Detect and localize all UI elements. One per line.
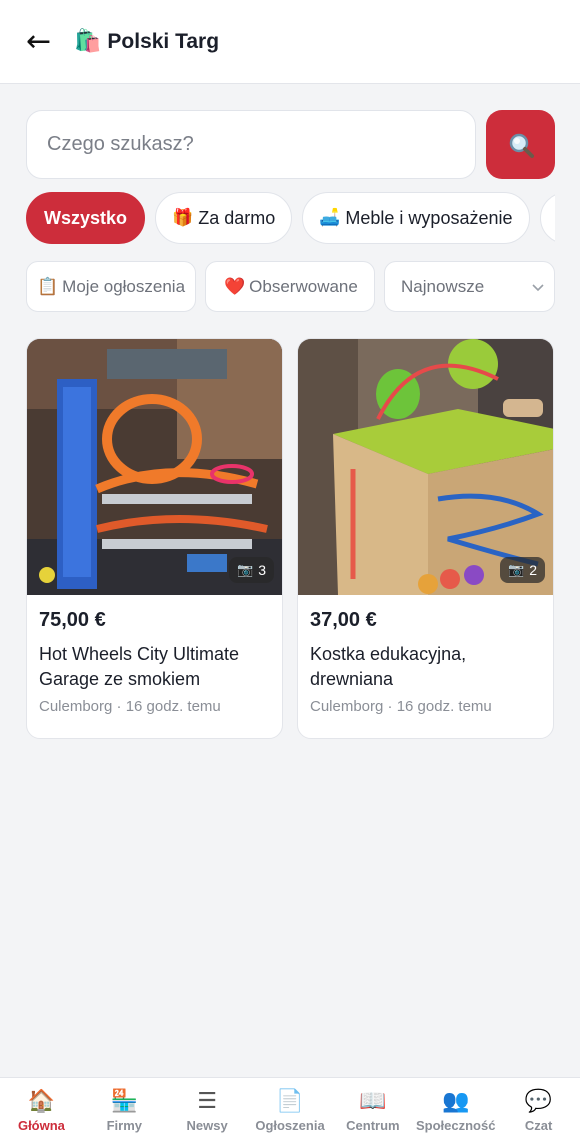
nav-label: Ogłoszenia bbox=[255, 1118, 325, 1133]
chip-all[interactable]: Wszystko bbox=[26, 192, 146, 244]
nav-label: Newsy bbox=[186, 1118, 228, 1133]
chat-bubble-icon: 💬 bbox=[524, 1089, 553, 1114]
people-icon: 👥 bbox=[442, 1089, 470, 1114]
nav-listings[interactable]: 📄 Ogłoszenia bbox=[249, 1078, 332, 1143]
nav-businesses[interactable]: 🏪 Firmy bbox=[83, 1078, 166, 1143]
my-listings-button[interactable]: 📋 Moje ogłoszenia bbox=[26, 261, 196, 312]
nav-news[interactable]: ☰ Newsy bbox=[166, 1078, 249, 1143]
listing-price: 37,00 € bbox=[310, 609, 377, 631]
watched-label: Obserwowane bbox=[249, 276, 358, 296]
photo-count-badge: 📷 3 bbox=[229, 557, 274, 583]
chip-label: Meble i wyposażenie bbox=[345, 207, 513, 228]
nav-label: Czat bbox=[524, 1118, 553, 1133]
listing-title: Hot Wheels City Ultimate Garage ze smoki… bbox=[39, 644, 240, 689]
heart-icon: ❤️ bbox=[224, 276, 246, 297]
search-input[interactable] bbox=[47, 133, 455, 156]
my-listings-label: Moje ogłoszenia bbox=[62, 276, 186, 296]
chip-label: Za darmo bbox=[198, 207, 276, 228]
category-chips: Wszystko 🎁 Za darmo 🛋️ Meble i wyposażen… bbox=[26, 192, 555, 244]
search-button[interactable] bbox=[486, 110, 555, 179]
listing-grid: 📷 3 75,00 € Hot Wheels City Ultimate Gar… bbox=[26, 338, 555, 739]
photo-count-badge: 📷 2 bbox=[500, 557, 545, 583]
home-icon: 🏠 bbox=[27, 1089, 56, 1114]
chip-free[interactable]: 🎁 Za darmo bbox=[155, 192, 293, 244]
listing-meta: Culemborg · 16 godz. temu bbox=[39, 698, 221, 715]
photo-count: 2 bbox=[529, 562, 537, 578]
sofa-icon: 🛋️ bbox=[319, 208, 341, 228]
search-box[interactable] bbox=[26, 110, 476, 179]
bottom-navigation: 🏠 Główna 🏪 Firmy ☰ Newsy 📄 Ogłoszenia 📖 … bbox=[0, 1077, 580, 1143]
camera-icon: 📷 bbox=[508, 562, 525, 578]
listing-photo: 📷 3 bbox=[27, 339, 282, 595]
chip-label: Wszystko bbox=[44, 207, 128, 228]
listing-title: Kostka edukacyjna, drewniana bbox=[310, 644, 467, 689]
nav-community[interactable]: 👥 Społeczność bbox=[414, 1078, 497, 1143]
nav-label: Główna bbox=[17, 1118, 65, 1133]
listing-photo: 📷 2 bbox=[298, 339, 553, 595]
nav-chat[interactable]: 💬 Czat bbox=[497, 1078, 580, 1143]
back-arrow-icon[interactable]: ← bbox=[26, 26, 60, 57]
listing-card[interactable]: 📷 2 37,00 € Kostka edukacyjna, drewniana… bbox=[297, 338, 554, 739]
chevron-down-icon bbox=[532, 283, 544, 291]
nav-center[interactable]: 📖 Centrum bbox=[331, 1078, 414, 1143]
menu-lines-icon: ☰ bbox=[197, 1089, 218, 1114]
nav-label: Centrum bbox=[346, 1118, 400, 1133]
nav-label: Firmy bbox=[106, 1118, 142, 1133]
nav-label: Społeczność bbox=[415, 1118, 496, 1133]
app-title: Polski Targ bbox=[107, 29, 220, 53]
chip-electronics[interactable]: 🔌 bbox=[539, 192, 555, 244]
filter-row: 📋 Moje ogłoszenia ❤️ Obserwowane Najnows… bbox=[26, 261, 555, 312]
listing-meta: Culemborg · 16 godz. temu bbox=[310, 698, 492, 715]
search-icon bbox=[509, 133, 534, 158]
watched-button[interactable]: ❤️ Obserwowane bbox=[205, 261, 375, 312]
sort-select[interactable]: Najnowsze bbox=[384, 261, 555, 312]
nav-home[interactable]: 🏠 Główna bbox=[0, 1078, 83, 1143]
shopping-bags-icon: 🛍️ bbox=[74, 29, 102, 54]
listing-card[interactable]: 📷 3 75,00 € Hot Wheels City Ultimate Gar… bbox=[26, 338, 283, 739]
chip-furniture[interactable]: 🛋️ Meble i wyposażenie bbox=[302, 192, 530, 244]
gift-icon: 🎁 bbox=[172, 208, 194, 228]
listing-price: 75,00 € bbox=[39, 609, 106, 631]
top-app-bar: ← 🛍️ Polski Targ bbox=[0, 0, 580, 84]
sort-selected-value: Najnowsze bbox=[401, 276, 485, 296]
store-icon: 🏪 bbox=[110, 1089, 138, 1114]
clipboard-icon: 📋 bbox=[37, 276, 59, 297]
search-row bbox=[26, 110, 555, 179]
camera-icon: 📷 bbox=[237, 562, 254, 578]
photo-count: 3 bbox=[258, 562, 266, 578]
brand: 🛍️ Polski Targ bbox=[74, 29, 219, 54]
book-icon: 📖 bbox=[359, 1089, 387, 1114]
document-icon: 📄 bbox=[276, 1089, 304, 1114]
